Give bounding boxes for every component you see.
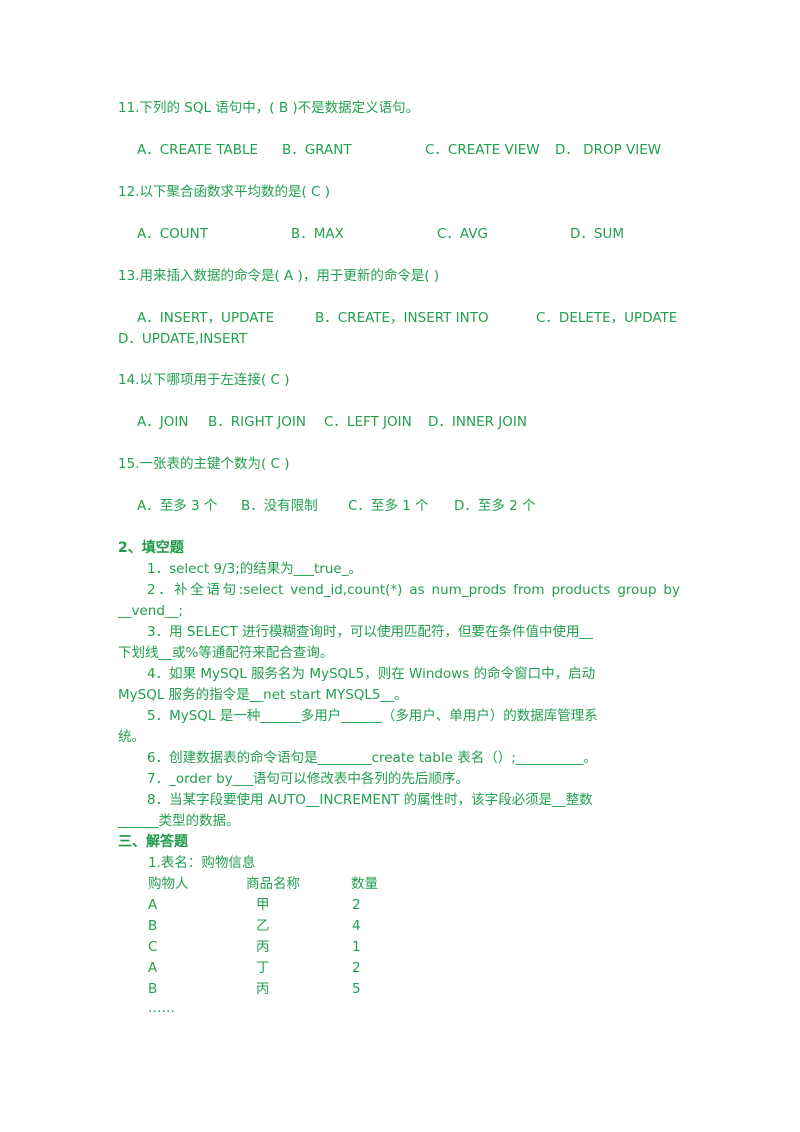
fill-item-6-text: 6．创建数据表的命令语句是________create table 表名（）;_… (147, 750, 597, 766)
table-cell-quantity: 1 (352, 939, 361, 955)
fill-section-title: 2、填空题 (118, 540, 184, 556)
fill-item-2-continuation: __vend__; (118, 603, 183, 619)
question-11-stem: 11.下列的 SQL 语句中，( B )不是数据定义语句。 (118, 100, 420, 116)
fill-item-8-text: 8．当某字段要使用 AUTO__INCREMENT 的属性时，该字段必须是__整… (147, 792, 593, 808)
table-cell-product: 甲 (256, 897, 270, 913)
table-cell-buyer: B (148, 981, 158, 997)
table-cell-product: 丁 (256, 960, 270, 976)
question-11-option-c: C．CREATE VIEW (425, 142, 540, 158)
column-header-product: 商品名称 (246, 876, 300, 892)
fill-item-3-continuation: 下划线__或%等通配符来配合查询。 (118, 645, 334, 661)
fill-item-8-continuation: ______类型的数据。 (118, 813, 240, 829)
question-13-option-c: C．DELETE，UPDATE (536, 310, 678, 326)
question-12-stem: 12.以下聚合函数求平均数的是( C ) (118, 184, 331, 200)
question-11-option-a: A．CREATE TABLE (137, 142, 259, 158)
table-cell-product: 丙 (256, 981, 270, 997)
question-13-option-b: B．CREATE，INSERT INTO (315, 310, 489, 326)
question-12-option-a: A．COUNT (137, 226, 209, 242)
column-header-buyer: 购物人 (148, 876, 189, 892)
table-cell-buyer: B (148, 918, 158, 934)
table-title: 1.表名：购物信息 (148, 855, 256, 871)
table-cell-quantity: 5 (352, 981, 361, 997)
fill-item-2-text: 2．补全语句:select vend_id,count(*) as num_pr… (147, 582, 680, 598)
fill-item-5: 5．MySQL 是一种______多用户______（多用户、单用户）的数据库管… (118, 706, 680, 748)
question-11-option-d: D． DROP VIEW (555, 142, 662, 158)
question-12-option-d: D．SUM (570, 226, 624, 242)
question-13-stem: 13.用来插入数据的命令是( A )，用于更新的命令是( ) (118, 268, 440, 284)
fill-item-6: 6．创建数据表的命令语句是________create table 表名（）;_… (118, 748, 680, 769)
fill-item-1: 1．select 9/3;的结果为___true_。 (118, 559, 680, 580)
question-14-option-d: D．INNER JOIN (428, 414, 527, 430)
question-15-option-d: D．至多 2 个 (454, 498, 536, 514)
question-13-option-a: A．INSERT，UPDATE (137, 310, 275, 326)
question-14-option-c: C．LEFT JOIN (324, 414, 412, 430)
document-page: 11.下列的 SQL 语句中，( B )不是数据定义语句。 A．CREATE T… (0, 0, 800, 1132)
table-cell-quantity: 4 (352, 918, 361, 934)
answer-section-title: 三、解答题 (118, 834, 188, 850)
table-ellipsis: …… (148, 1000, 175, 1016)
question-15-option-c: C．至多 1 个 (348, 498, 429, 514)
question-15-option-a: A．至多 3 个 (137, 498, 218, 514)
fill-item-5-continuation: 统。 (118, 729, 145, 745)
table-cell-quantity: 2 (352, 897, 361, 913)
question-13-option-d: D．UPDATE,INSERT (118, 331, 248, 347)
question-14-option-a: A．JOIN (137, 414, 189, 430)
fill-item-7: 7．_order by___语句可以修改表中各列的先后顺序。 (118, 769, 680, 790)
question-11-option-b: B．GRANT (282, 142, 352, 158)
fill-item-4-continuation: MySQL 服务的指令是__net start MYSQL5__。 (118, 687, 408, 703)
question-12-option-c: C．AVG (437, 226, 488, 242)
fill-item-4-text: 4．如果 MySQL 服务名为 MySQL5，则在 Windows 的命令窗口中… (147, 666, 596, 682)
fill-item-1-text: 1．select 9/3;的结果为___true_。 (147, 561, 362, 577)
table-cell-product: 乙 (256, 918, 270, 934)
question-14-stem: 14.以下哪项用于左连接( C ) (118, 372, 290, 388)
fill-item-3: 3．用 SELECT 进行模糊查询时，可以使用匹配符，但要在条件值中使用__ 下… (118, 622, 680, 664)
fill-item-4: 4．如果 MySQL 服务名为 MySQL5，则在 Windows 的命令窗口中… (118, 664, 680, 706)
fill-item-5-text: 5．MySQL 是一种______多用户______（多用户、单用户）的数据库管… (147, 708, 598, 724)
question-15-option-b: B．没有限制 (241, 498, 318, 514)
table-cell-buyer: C (148, 939, 158, 955)
fill-item-2: 2．补全语句:select vend_id,count(*) as num_pr… (118, 580, 680, 622)
question-15-stem: 15.一张表的主键个数为( C ) (118, 456, 290, 472)
table-cell-quantity: 2 (352, 960, 361, 976)
column-header-quantity: 数量 (351, 876, 378, 892)
table-cell-buyer: A (148, 960, 158, 976)
fill-item-8: 8．当某字段要使用 AUTO__INCREMENT 的属性时，该字段必须是__整… (118, 790, 680, 832)
fill-item-3-text: 3．用 SELECT 进行模糊查询时，可以使用匹配符，但要在条件值中使用__ (147, 624, 593, 640)
question-12-option-b: B．MAX (291, 226, 344, 242)
table-cell-product: 丙 (256, 939, 270, 955)
fill-item-7-text: 7．_order by___语句可以修改表中各列的先后顺序。 (147, 771, 469, 787)
table-cell-buyer: A (148, 897, 158, 913)
question-14-option-b: B．RIGHT JOIN (208, 414, 306, 430)
